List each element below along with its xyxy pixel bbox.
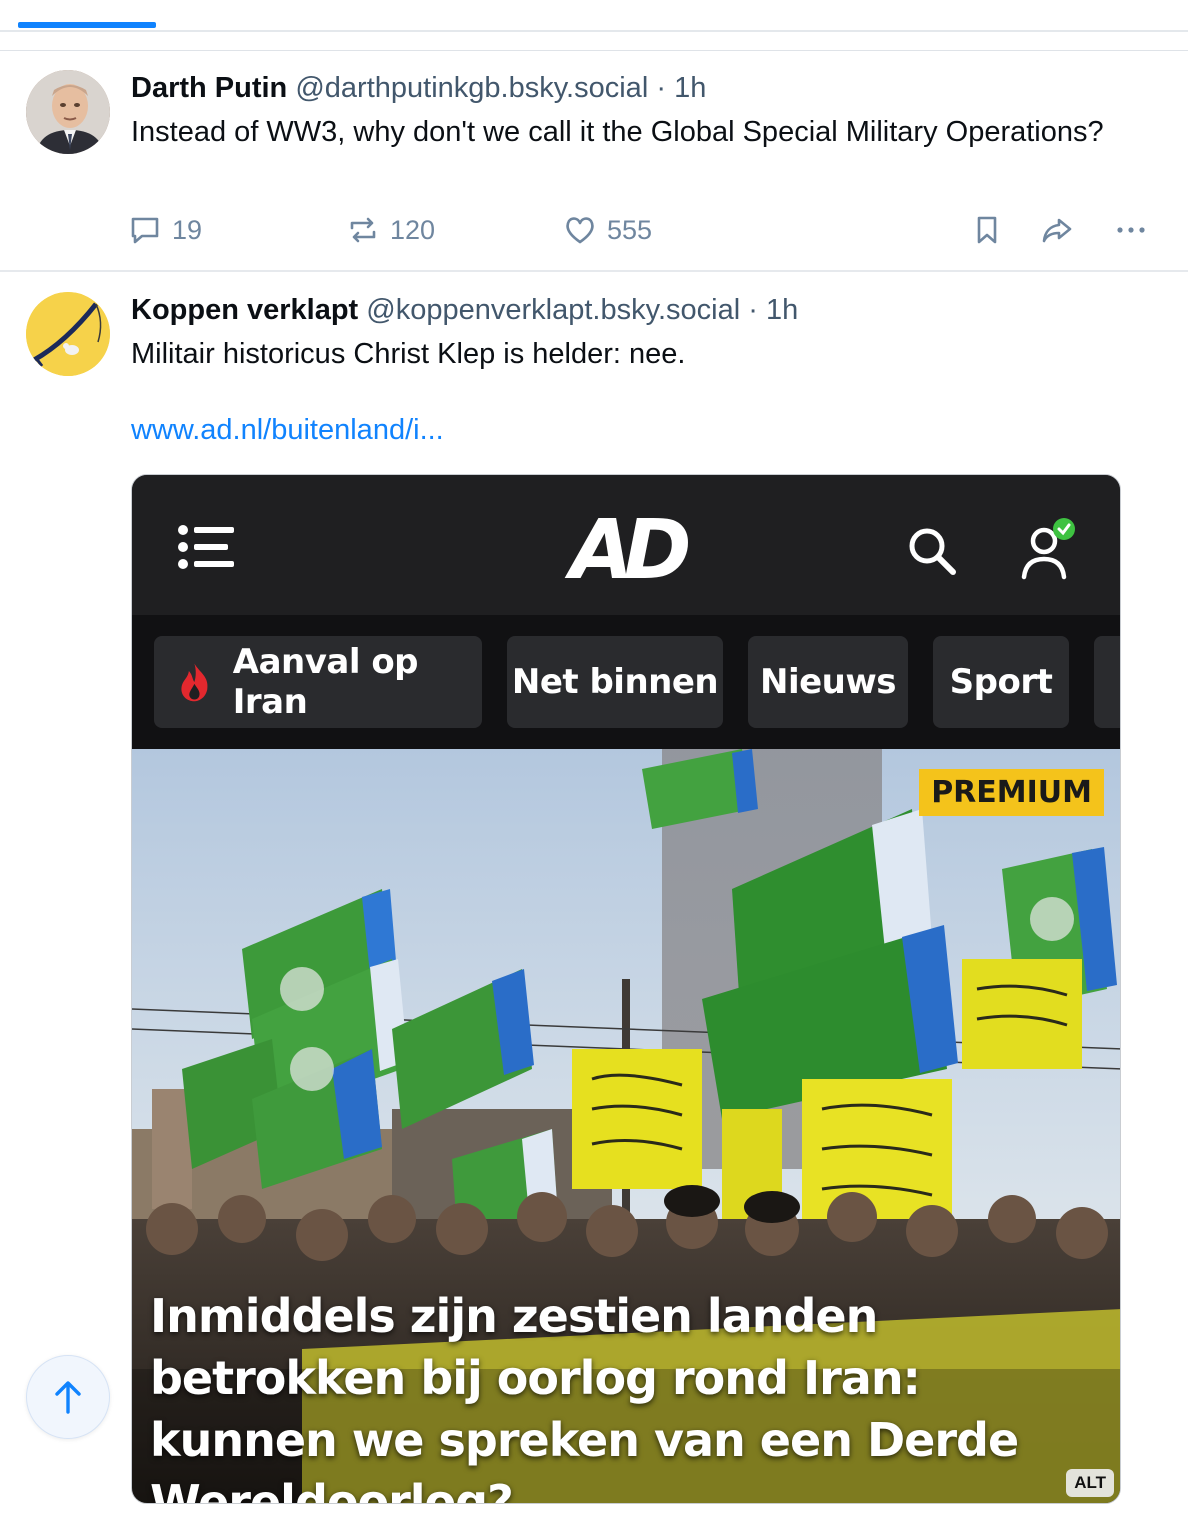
ad-nav-bar: Aanval op Iran Net binnen Nieuws Sport [132,615,1120,749]
account-icon [1021,518,1075,580]
post-koppen-verklapt[interactable]: Koppen verklapt @koppenverklapt.bsky.soc… [0,274,1188,1520]
link-embed-image[interactable]: AD Aanval op Iran Net binnen Nieuws Spor… [131,474,1121,1504]
timestamp[interactable]: 1h [766,294,798,326]
active-tab-indicator [18,22,156,28]
scroll-to-top-button[interactable] [26,1355,110,1439]
like-button[interactable]: 555 [563,210,652,250]
repost-icon [350,217,376,243]
avatar[interactable] [26,292,110,376]
hamburger-menu-icon [178,525,234,569]
repost-count: 120 [390,214,436,245]
separator: · [656,72,666,104]
more-options-button[interactable] [1114,210,1148,250]
separator: · [748,294,758,326]
reply-icon [131,217,159,244]
post-text: Militair historicus Christ Klep is helde… [131,338,686,370]
fire-icon [181,663,208,702]
tab-bar-divider [0,30,1188,32]
ad-logo: AD [570,503,691,598]
post-header: Darth Putin @darthputinkgb.bsky.social ·… [131,70,706,106]
avatar[interactable] [26,70,110,154]
article-headline: Inmiddels zijn zestien landen betrokken … [150,1289,1019,1504]
news-photo: PREMIUM Inmiddels zijn zestien landen be… [132,749,1120,1504]
alt-text-button[interactable]: ALT [1066,1469,1114,1497]
nav-pill-nieuws: Nieuws [748,636,908,728]
bookmark-icon [977,216,997,244]
timestamp[interactable]: 1h [674,72,706,104]
post-actions: 19 120 555 [128,210,1158,250]
search-icon [909,528,956,575]
feed-divider [0,50,1188,51]
repost-button[interactable]: 120 [346,210,435,250]
share-button[interactable] [1040,210,1074,250]
arrow-up-icon [55,1381,81,1414]
premium-badge: PREMIUM [919,769,1104,816]
handle[interactable]: @darthputinkgb.bsky.social [295,72,648,104]
nav-pill-aanval-op-iran: Aanval op Iran [154,636,482,728]
post-text: Instead of WW3, why don't we call it the… [131,116,1104,148]
post-darth-putin[interactable]: Darth Putin @darthputinkgb.bsky.social ·… [0,52,1188,272]
display-name[interactable]: Darth Putin [131,72,287,104]
bookmark-button[interactable] [970,210,1004,250]
nav-pill-more [1094,636,1120,728]
post-header: Koppen verklapt @koppenverklapt.bsky.soc… [131,292,798,328]
reply-count: 19 [172,214,203,245]
post-link[interactable]: www.ad.nl/buitenland/i... [131,414,444,447]
reply-button[interactable]: 19 [128,210,202,250]
display-name[interactable]: Koppen verklapt [131,294,358,326]
share-icon [1042,218,1072,243]
handle[interactable]: @koppenverklapt.bsky.social [366,294,740,326]
more-icon [1117,227,1145,233]
heart-icon [566,217,594,244]
like-count: 555 [607,214,653,245]
ad-site-header: AD [132,475,1120,615]
nav-pill-net-binnen: Net binnen [507,636,723,728]
nav-pill-sport: Sport [933,636,1069,728]
